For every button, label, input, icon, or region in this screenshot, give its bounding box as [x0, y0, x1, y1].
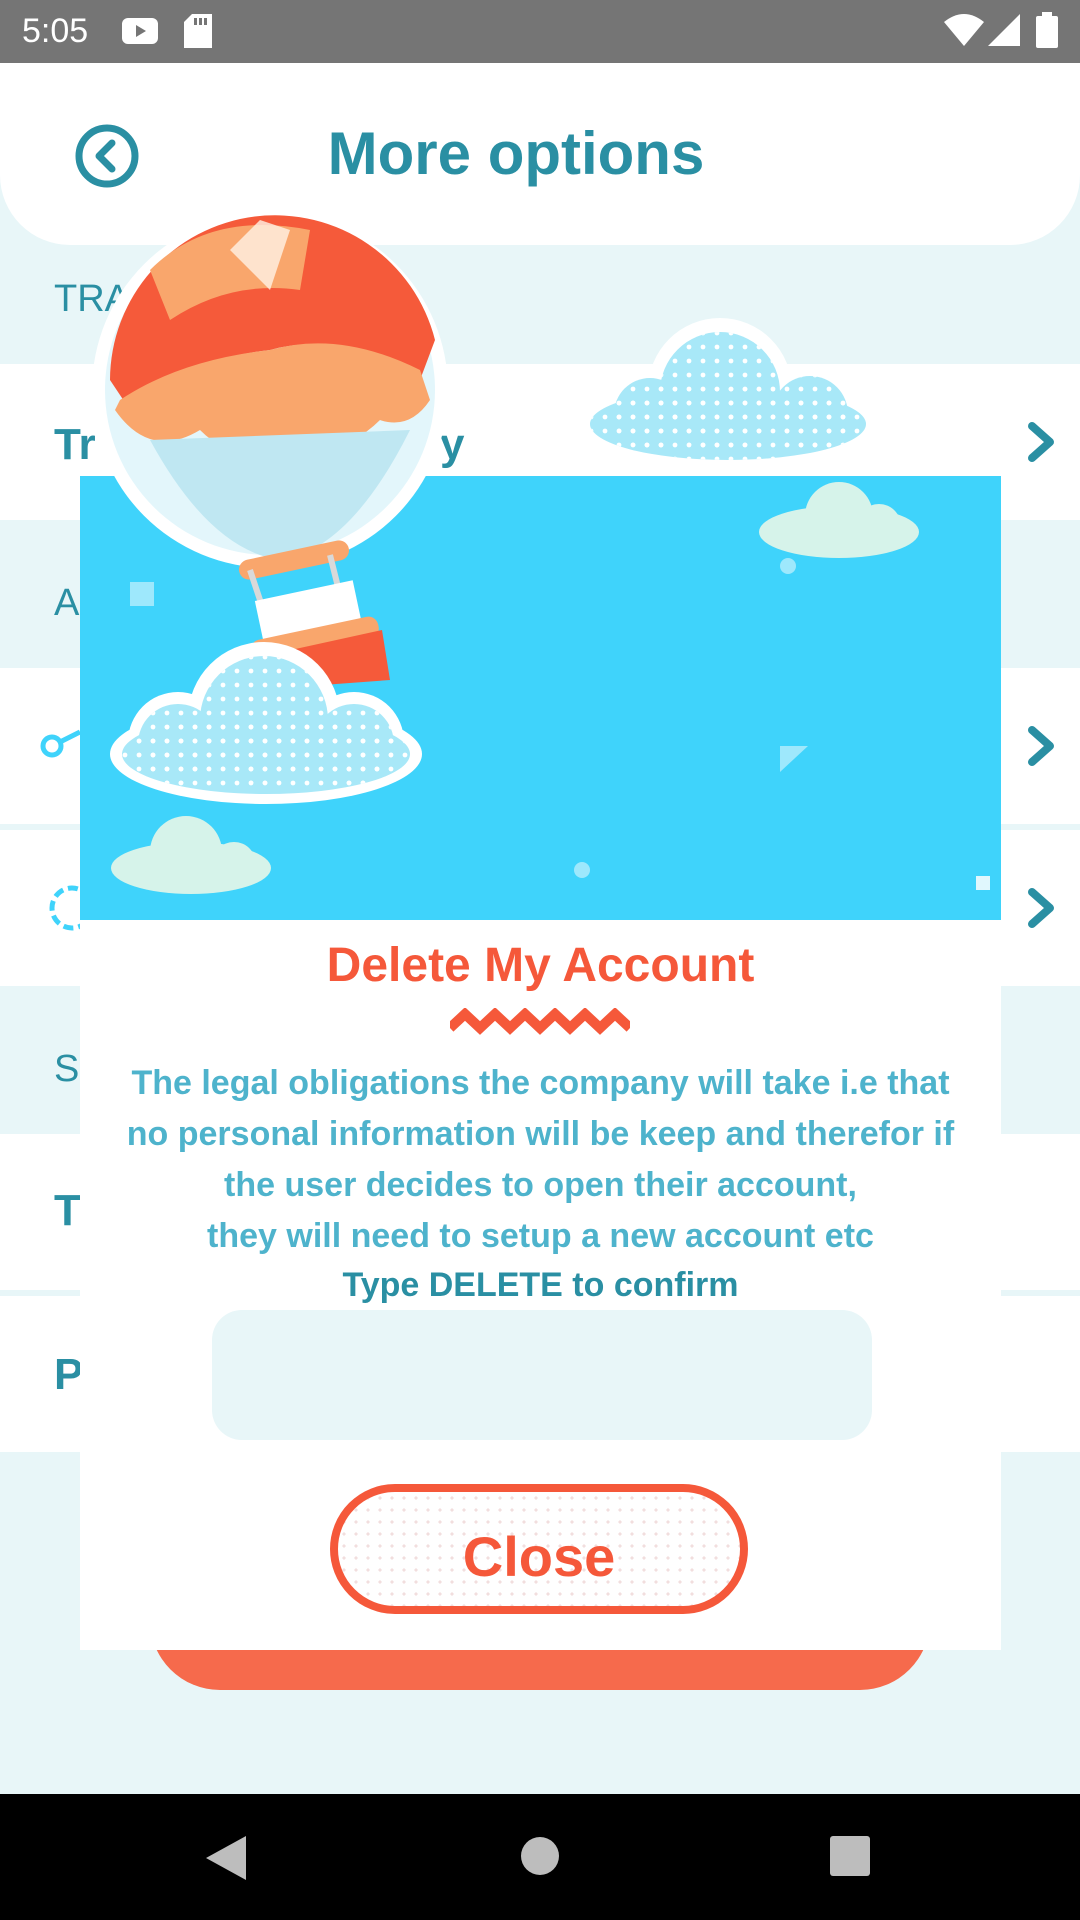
wifi-icon [944, 14, 984, 46]
delete-confirm-input[interactable] [212, 1310, 872, 1440]
status-bar: 5:05 [0, 0, 1080, 63]
dialog-message-line: they will need to setup a new account et… [207, 1217, 874, 1255]
cloud-icon [759, 482, 919, 558]
youtube-icon [122, 18, 158, 44]
dialog-title: Delete My Account [326, 939, 755, 992]
page-title: More options [327, 120, 705, 187]
confetti-square [976, 876, 990, 890]
dotted-cloud-icon [110, 642, 422, 804]
battery-icon [1036, 12, 1058, 48]
dotted-cloud-icon [578, 318, 878, 470]
navigation-bar [0, 1794, 1080, 1920]
chevron-right-icon [1028, 726, 1054, 766]
confetti-dot [574, 862, 590, 878]
row-title-p: P [54, 1350, 84, 1399]
home-circle-icon[interactable] [520, 1836, 560, 1876]
sd-card-icon [184, 14, 212, 48]
dialog-message: The legal obligations the company will t… [100, 1058, 981, 1262]
back-triangle-icon[interactable] [206, 1836, 246, 1880]
close-button[interactable]: Close [330, 1484, 748, 1614]
section-label-a: A [54, 582, 80, 624]
cloud-icon [111, 816, 271, 894]
hot-air-balloon-icon [92, 212, 448, 688]
dialog-message-line: The legal obligations the company will t… [131, 1064, 950, 1102]
status-time: 5:05 [22, 12, 89, 50]
close-button-label: Close [462, 1525, 616, 1588]
dialog-message-line: no personal information will be keep and… [126, 1115, 955, 1153]
zigzag-divider-icon [450, 1008, 630, 1035]
gear-icon [49, 885, 84, 931]
signal-icon [988, 14, 1020, 46]
section-label-s: S [54, 1048, 80, 1090]
dialog-message-line: the user decides to open their account, [224, 1166, 857, 1204]
confirm-prompt: Type DELETE to confirm [342, 1266, 739, 1304]
chevron-right-icon [1028, 888, 1054, 928]
confetti-triangle [780, 746, 808, 772]
chevron-right-icon [1028, 422, 1054, 462]
recents-square-icon[interactable] [830, 1836, 870, 1876]
row-title-t: T [54, 1186, 81, 1235]
share-icon [40, 729, 80, 758]
